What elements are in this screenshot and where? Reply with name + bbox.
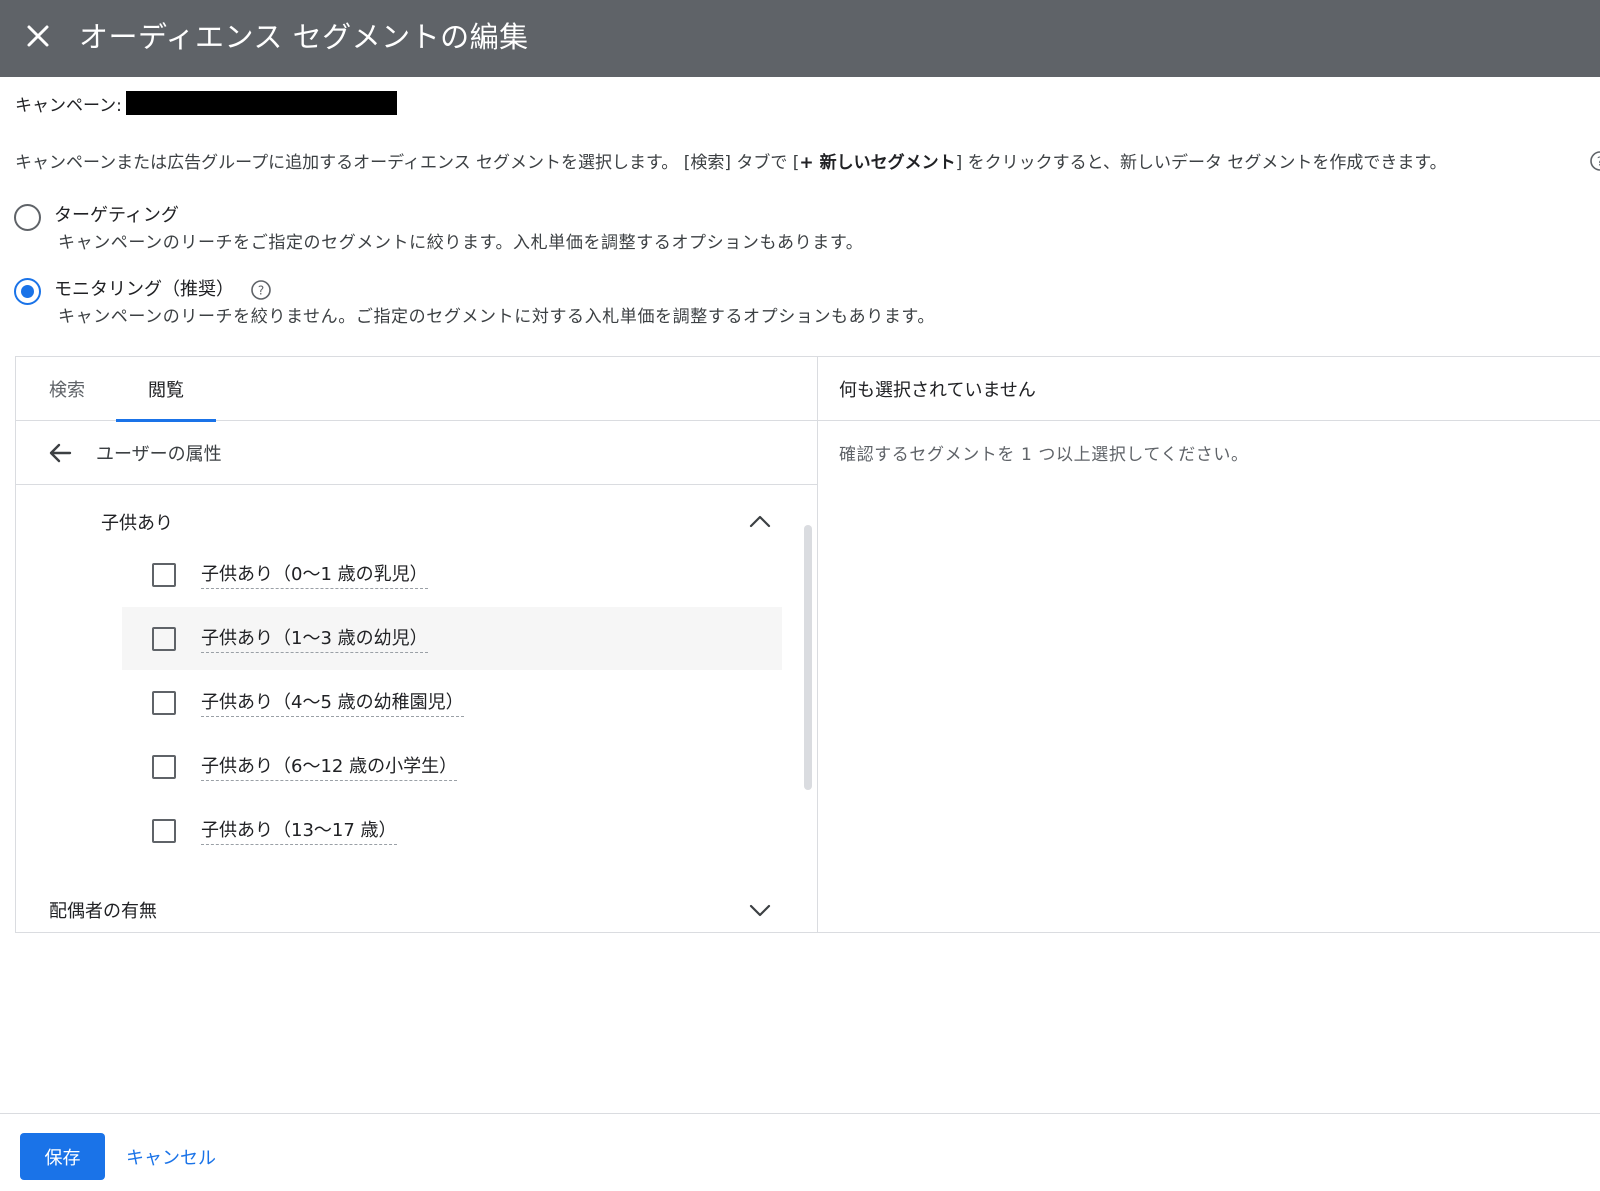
mode-monitoring: モニタリング（推奨） ? キャンペーンのリーチを絞りません。ご指定のセグメントに…	[14, 278, 935, 328]
scrollbar[interactable]	[804, 525, 812, 790]
group-label: 配偶者の有無	[49, 901, 157, 922]
option-label: 子供あり（0〜1 歳の乳児）	[201, 560, 428, 589]
description-bold: + 新しいセグメント	[799, 153, 956, 173]
group-marital-status[interactable]: 配偶者の有無	[16, 887, 796, 932]
targeting-description: キャンペーンのリーチをご指定のセグメントに絞ります。入札単価を調整するオプション…	[58, 233, 864, 253]
targeting-label: ターゲティング	[54, 205, 179, 226]
tab-browse[interactable]: 閲覧	[116, 357, 216, 422]
list-item[interactable]: 子供あり（0〜1 歳の乳児）	[122, 543, 782, 606]
cancel-button[interactable]: キャンセル	[116, 1133, 226, 1180]
targeting-radio[interactable]	[14, 204, 41, 231]
description-part2: ] をクリックすると、新しいデータ セグメントを作成できます。	[955, 153, 1447, 173]
option-label: 子供あり（6〜12 歳の小学生）	[201, 752, 458, 781]
option-label: 子供あり（4〜5 歳の幼稚園児）	[201, 688, 464, 717]
breadcrumb: ユーザーの属性	[16, 421, 817, 485]
campaign-row: キャンペーン:	[15, 90, 397, 116]
monitoring-radio[interactable]	[14, 278, 41, 305]
list-item[interactable]: 子供あり（13〜17 歳）	[122, 799, 782, 862]
option-checkbox[interactable]	[152, 690, 176, 715]
monitoring-label-row: モニタリング（推奨） ?	[54, 278, 935, 302]
close-icon[interactable]	[22, 20, 54, 52]
option-label: 子供あり（13〜17 歳）	[201, 816, 397, 845]
group-label: 子供あり	[101, 513, 173, 534]
arrow-left-icon[interactable]	[46, 439, 74, 467]
campaign-name-redacted	[125, 91, 397, 115]
description-part1: キャンペーンまたは広告グループに追加するオーディエンス セグメントを選択します。…	[15, 153, 800, 173]
list-item[interactable]: 子供あり（6〜12 歳の小学生）	[122, 735, 782, 798]
help-icon[interactable]: ?	[1589, 150, 1600, 172]
selection-pane: 何も選択されていません 確認するセグメントを 1 つ以上選択してください。	[818, 357, 1600, 932]
browse-pane: 検索 閲覧 ユーザーの属性 子供あり 子供あり（0〜1 歳の乳児） 子供あり（1…	[16, 357, 818, 932]
monitoring-label: モニタリング（推奨）	[54, 279, 234, 300]
group-parental-status[interactable]: 子供あり	[16, 499, 796, 545]
list-item[interactable]: 子供あり（4〜5 歳の幼稚園児）	[122, 671, 782, 734]
list-item[interactable]: 子供あり（1〜3 歳の幼児）	[122, 607, 782, 670]
monitoring-description: キャンペーンのリーチを絞りません。ご指定のセグメントに対する入札単価を調整するオ…	[58, 307, 935, 327]
breadcrumb-label: ユーザーの属性	[96, 443, 222, 465]
option-label: 子供あり（1〜3 歳の幼児）	[201, 624, 428, 653]
help-icon[interactable]: ?	[250, 279, 272, 301]
selection-header: 何も選択されていません	[818, 357, 1600, 421]
svg-text:?: ?	[258, 284, 264, 298]
campaign-label: キャンペーン:	[15, 95, 122, 116]
tab-bar: 検索 閲覧	[16, 357, 817, 422]
save-button[interactable]: 保存	[20, 1133, 105, 1180]
option-checkbox[interactable]	[152, 626, 176, 651]
option-checkbox[interactable]	[152, 754, 176, 779]
dialog-header: オーディエンス セグメントの編集	[0, 0, 1600, 77]
description-text: キャンペーンまたは広告グループに追加するオーディエンス セグメントを選択します。…	[15, 148, 1447, 173]
selection-empty-message: 確認するセグメントを 1 つ以上選択してください。	[839, 445, 1249, 465]
option-checkbox[interactable]	[152, 818, 176, 843]
mode-targeting: ターゲティング キャンペーンのリーチをご指定のセグメントに絞ります。入札単価を調…	[14, 204, 863, 254]
chevron-up-icon[interactable]	[746, 508, 774, 536]
tab-search[interactable]: 検索	[36, 357, 98, 421]
footer-divider	[0, 1113, 1600, 1114]
segment-panel: 検索 閲覧 ユーザーの属性 子供あり 子供あり（0〜1 歳の乳児） 子供あり（1…	[15, 356, 1600, 933]
option-checkbox[interactable]	[152, 562, 176, 587]
chevron-down-icon[interactable]	[746, 896, 774, 924]
dialog-title: オーディエンス セグメントの編集	[79, 20, 529, 54]
